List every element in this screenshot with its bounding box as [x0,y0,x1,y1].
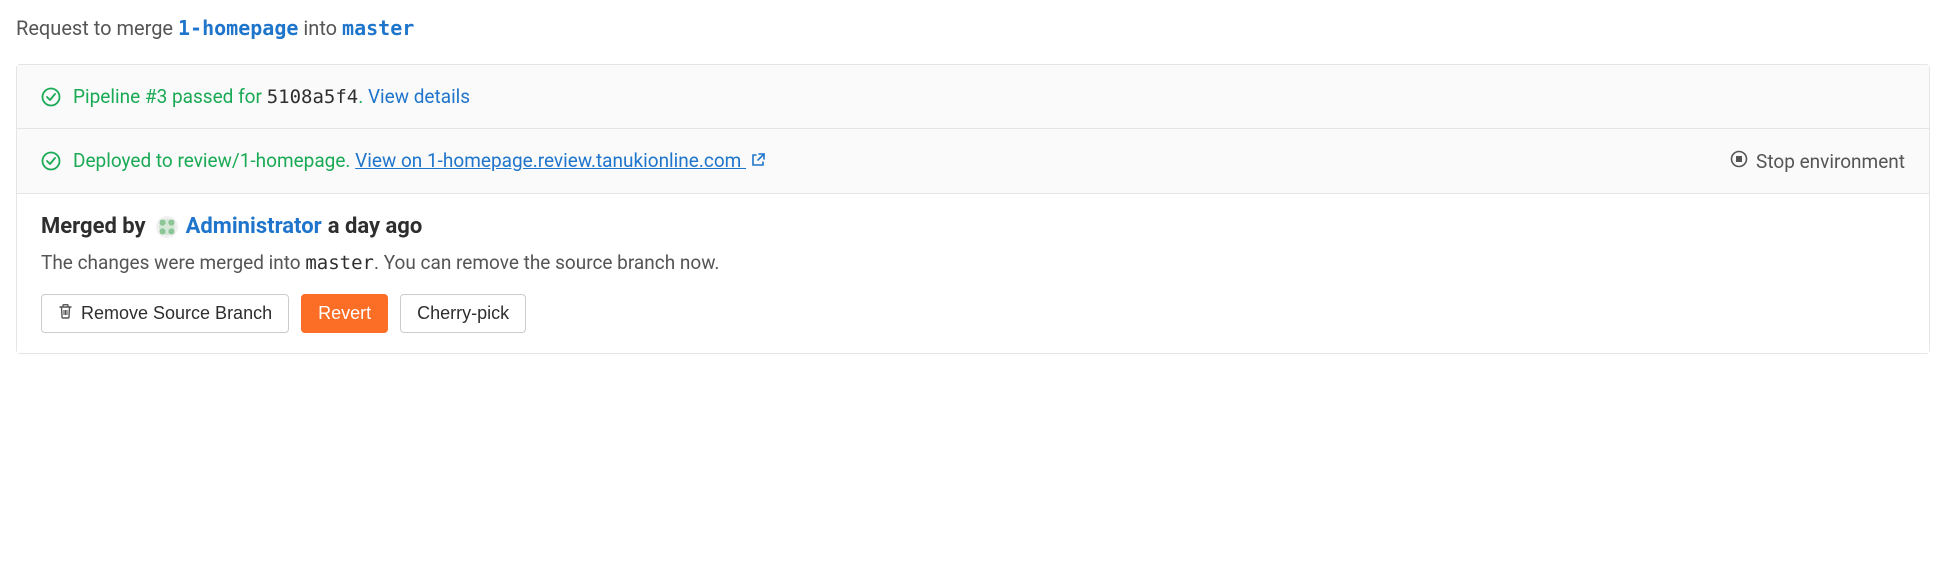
merge-request-panel: Pipeline #3 passed for 5108a5f4. View de… [16,64,1930,354]
stop-icon [1730,150,1748,173]
merged-by-prefix: Merged by [41,214,146,239]
deployment-status-row: Deployed to review/1-homepage. View on 1… [17,129,1929,194]
merged-by-heading: Merged by Administrator a day ago [41,214,1905,239]
merged-description-text: The changes were merged into master. You… [41,251,1905,274]
merge-middle-text: into [303,16,342,40]
action-button-row: Remove Source Branch Revert Cherry-pick [41,294,1905,333]
stop-environment-label: Stop environment [1756,150,1905,173]
merged-desc-before: The changes were merged into [41,251,305,274]
deployed-text: Deployed to review/1-homepage. [73,149,355,172]
commit-sha-link[interactable]: 5108a5f4 [267,86,359,108]
view-details-link[interactable]: View details [368,85,470,108]
pipeline-status-text: Pipeline #3 passed for 5108a5f4. View de… [73,85,470,108]
merged-desc-after: . You can remove the source branch now. [374,251,719,274]
cherry-pick-button[interactable]: Cherry-pick [400,294,526,333]
target-branch-link[interactable]: master [342,16,414,40]
trash-icon [58,303,73,324]
stop-environment-button[interactable]: Stop environment [1730,150,1905,173]
merged-info-section: Merged by Administrator a day ago The ch… [17,194,1929,353]
success-check-icon [41,151,61,171]
avatar [156,216,178,238]
merge-prefix-text: Request to merge [16,16,178,40]
revert-button[interactable]: Revert [301,294,388,333]
source-branch-link[interactable]: 1-homepage [178,16,298,40]
pipeline-passed-text: Pipeline #3 passed for [73,85,267,108]
merged-into-branch: master [305,252,374,274]
pipeline-period: . [358,85,368,108]
external-link-icon [750,150,766,173]
deployment-url-link[interactable]: View on 1-homepage.review.tanukionline.c… [355,149,766,172]
remove-source-branch-button[interactable]: Remove Source Branch [41,294,289,333]
success-check-icon [41,87,61,107]
deployment-status-text: Deployed to review/1-homepage. View on 1… [73,149,766,173]
pipeline-status-row: Pipeline #3 passed for 5108a5f4. View de… [17,65,1929,129]
merge-request-header: Request to merge 1-homepage into master [16,16,1930,40]
remove-source-branch-label: Remove Source Branch [81,303,272,324]
merged-user-link[interactable]: Administrator [186,214,322,239]
merged-time-text: a day ago [328,214,423,239]
